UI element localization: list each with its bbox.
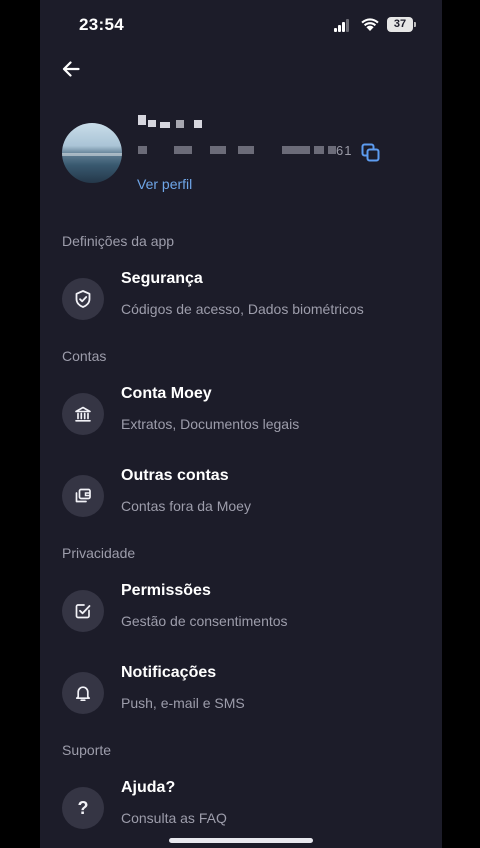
arrow-left-icon [62,61,80,77]
shield-check-icon [62,278,104,320]
menu-item-title: Outras contas [121,467,229,484]
section-accounts: Contas [62,348,107,364]
battery-icon: 37 [387,17,416,32]
menu-item-subtitle: Gestão de consentimentos [121,613,288,629]
menu-item-security[interactable]: Segurança Códigos de acesso, Dados biomé… [62,270,422,341]
menu-item-subtitle: Extratos, Documentos legais [121,416,300,432]
section-app-settings: Definições da app [62,233,175,249]
account-number-masked: 61 [138,140,388,162]
menu-item-subtitle: Push, e-mail e SMS [121,695,245,711]
signal-icon [334,18,352,32]
menu-item-title: Conta Moey [121,385,212,402]
view-profile-link[interactable]: Ver perfil [137,176,192,192]
menu-item-subtitle: Contas fora da Moey [121,498,251,514]
menu-item-other-accounts[interactable]: Outras contas Contas fora da Moey [62,467,422,538]
back-button[interactable] [56,54,86,84]
checkbox-icon [62,590,104,632]
section-support: Suporte [62,742,112,758]
avatar[interactable] [62,123,122,183]
menu-item-notifications[interactable]: Notificações Push, e-mail e SMS [62,664,422,735]
menu-item-title: Permissões [121,582,211,599]
menu-item-title: Ajuda? [121,779,176,796]
bell-icon [62,672,104,714]
settings-screen: 23:54 37 61 Ver perfil Definições da app… [40,0,442,848]
battery-level: 37 [393,18,407,30]
status-bar: 23:54 37 [40,0,442,50]
menu-item-title: Notificações [121,664,217,681]
copy-icon [361,143,380,162]
menu-item-moey-account[interactable]: Conta Moey Extratos, Documentos legais [62,385,422,456]
copy-button[interactable] [360,142,382,164]
home-indicator[interactable] [169,838,313,843]
menu-item-title: Segurança [121,270,203,287]
profile-name-pixelated [138,111,208,133]
section-privacy: Privacidade [62,545,136,561]
wifi-icon [361,18,379,31]
menu-item-permissions[interactable]: Permissões Gestão de consentimentos [62,582,422,653]
bank-icon [62,393,104,435]
wallet-cards-icon [62,475,104,517]
question-glyph: ? [77,797,89,818]
menu-item-subtitle: Códigos de acesso, Dados biométricos [121,301,364,317]
question-icon: ? [62,787,104,829]
account-number-suffix: 61 [336,143,353,158]
status-time: 23:54 [79,15,124,34]
menu-item-subtitle: Consulta as FAQ [121,810,227,826]
